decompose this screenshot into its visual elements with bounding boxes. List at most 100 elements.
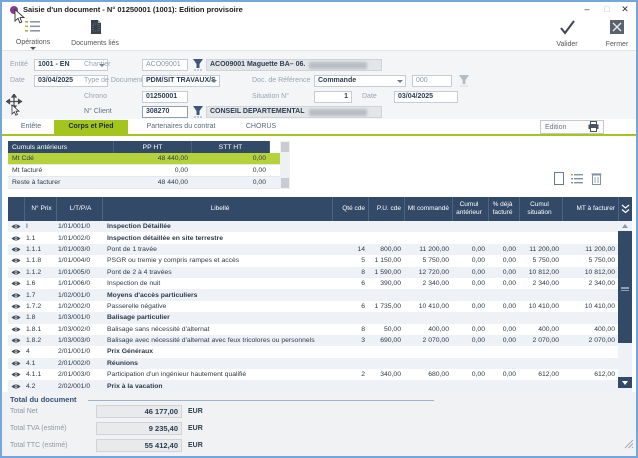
situation-label: Situation N° [252,91,289,103]
eye-icon[interactable] [8,232,24,243]
situation-date-field[interactable]: 03/04/2025 [394,91,458,103]
close-button[interactable]: ✕ [618,2,632,17]
eye-icon[interactable] [8,255,24,266]
resize-grip[interactable] [624,436,634,454]
chevron-down-icon [211,80,217,83]
table-row[interactable]: 4.1 2/01/002/0 Réunions [8,358,632,369]
vertical-scrollbar[interactable] [618,221,632,392]
tab-partenaires-du-contrat[interactable]: Partenaires du contrat [128,120,234,134]
eye-icon[interactable] [8,369,24,380]
table-row[interactable]: 1.7 1/02/001/0 Moyens d'accès particulie… [8,289,632,300]
checkmark-icon [558,20,576,40]
chantier-field[interactable]: ACO09001 [142,59,188,71]
redacted-text [309,62,367,69]
cumuls-header: Cumuls antérieurs [8,141,114,153]
grid-actions [554,172,602,190]
table-row[interactable]: 4.2 2/02/001/0 Prix à la vacation [8,380,632,391]
eye-icon[interactable] [8,380,24,391]
doc-reference-label: Doc. de Référence [252,75,310,87]
doc-reference-combo[interactable]: Commande [314,75,406,87]
edition-button[interactable]: Edition [540,120,604,134]
app-icon [10,6,18,14]
eye-icon[interactable] [8,346,24,357]
table-row[interactable]: 1.1.8 1/01/004/0 PSGR ou tremie y compri… [8,255,632,266]
entite-label: Entité [10,59,28,71]
filter-icon[interactable] [192,105,204,118]
pp-ht-header: PP HT [114,141,192,153]
total-net-label: Total Net [10,405,38,418]
table-row[interactable]: 4 2/01/001/0 Prix Généraux [8,346,632,357]
detail-list-icon[interactable] [571,172,584,190]
eye-icon[interactable] [8,301,24,312]
libelle-header[interactable]: Libellé [102,197,332,221]
window-title: Saisie d'un document - N° 01250001 (1001… [23,2,243,18]
total-net-currency: EUR [188,405,203,418]
price-lines-table: N° Prix L/T/P/A Libellé Qté cde P.U. cde… [8,197,632,392]
tab-entete[interactable]: Entête [8,120,54,134]
eye-icon[interactable] [8,244,24,255]
cumuls-row-mt-cde[interactable]: Mt Cdé 48 440,00 0,00 [8,153,290,165]
ltpa-header[interactable]: L/T/P/A [56,197,102,221]
eye-icon[interactable] [8,289,24,300]
cumul-situation-header[interactable]: Cumul situation [519,197,562,221]
valider-button[interactable]: Valider [547,20,587,48]
chrono-label: Chrono [84,91,107,103]
toolbar: Opérations Documents liés Valider [2,18,636,51]
cumuls-row-reste-a-facturer[interactable]: Reste à facturer 48 440,00 0,00 [8,177,290,189]
pu-cde-header[interactable]: P.U. cde [368,197,404,221]
situation-number-field[interactable]: 1 [314,91,352,103]
scroll-up-icon[interactable] [618,221,632,231]
eye-icon[interactable] [8,278,24,289]
table-row[interactable]: I 1/01/001/0 Inspection Détaillée [8,221,632,232]
table-row[interactable]: 1.8.2 1/03/003/0 Balisage avec nécessité… [8,335,632,346]
scroll-down-icon[interactable] [618,377,632,388]
client-name-field: CONSEIL DEPARTEMENTAL [206,106,382,118]
eye-icon[interactable] [8,324,24,335]
eye-icon[interactable] [8,312,24,323]
scrollbar-thumb[interactable] [618,231,632,343]
eye-icon[interactable] [8,335,24,346]
table-row[interactable]: 1.1.2 1/01/005/0 Pont de 2 à 4 travées 8… [8,267,632,278]
chantier-label: Chantier [84,59,110,71]
num-prix-header[interactable]: N° Prix [24,197,56,221]
table-row[interactable]: 1.8 1/03/001/0 Balisage particulier [8,312,632,323]
cumuls-row-mt-facture[interactable]: Mt facturé 0,00 0,00 [8,165,290,177]
operations-button[interactable]: Opérations [10,20,56,50]
table-row[interactable]: 1.8.1 1/03/002/0 Balisage sans nécessité… [8,324,632,335]
redacted-text [309,109,367,116]
group-divider [88,400,434,401]
close-box-icon [609,20,625,40]
table-row[interactable]: 1.6 1/01/006/0 Inspection de nuit 6 390,… [8,278,632,289]
trash-icon[interactable] [591,172,602,190]
documents-lies-button[interactable]: Documents liés [64,20,126,47]
tab-chorus[interactable]: CHORUS [234,120,288,134]
table-row[interactable]: 1.1.1 1/01/003/0 Pont de 1 travée 14 800… [8,244,632,255]
minimize-button[interactable]: – [580,2,594,17]
situation-date-label: Date [362,91,377,103]
total-ttc-label: Total TTC (estimé) [10,439,67,452]
chrono-field[interactable]: 01250001 [142,91,188,103]
tab-corps-et-pied[interactable]: Corps et Pied [54,120,128,134]
fermer-button[interactable]: Fermer [598,20,636,48]
type-document-combo[interactable]: PDM/SIT TRAVAUX/S [142,75,220,87]
doc-reference-number-field[interactable]: 000 [412,75,452,87]
mt-a-facturer-header[interactable]: MT à facturer [562,197,618,221]
eye-icon[interactable] [8,267,24,278]
table-row[interactable]: 4.1.1 2/01/003/0 Participation d'un ingé… [8,369,632,380]
client-field[interactable]: 308270 [142,106,188,118]
eye-column-header [8,197,24,221]
totals-title: Total du document [10,395,77,404]
table-header-row: N° Prix L/T/P/A Libellé Qté cde P.U. cde… [8,197,632,221]
qte-cde-header[interactable]: Qté cde [332,197,368,221]
pct-deja-facture-header[interactable]: % déjà facturé [488,197,519,221]
eye-icon[interactable] [8,221,24,232]
eye-icon[interactable] [8,358,24,369]
filter-icon[interactable] [192,58,204,71]
new-line-icon[interactable] [554,172,564,190]
table-row[interactable]: 1.7.2 1/02/002/0 Passerelle négative 6 1… [8,301,632,312]
mt-commande-header[interactable]: Mt commandé [404,197,452,221]
totals-section: Total du document Total Net 46 177,00 EU… [2,392,636,456]
cumul-anterieur-header[interactable]: Cumul antérieur [452,197,488,221]
double-chevron-down-icon[interactable] [618,197,632,221]
table-row[interactable]: 1.1 1/01/002/0 Inspection détaillée en s… [8,232,632,243]
